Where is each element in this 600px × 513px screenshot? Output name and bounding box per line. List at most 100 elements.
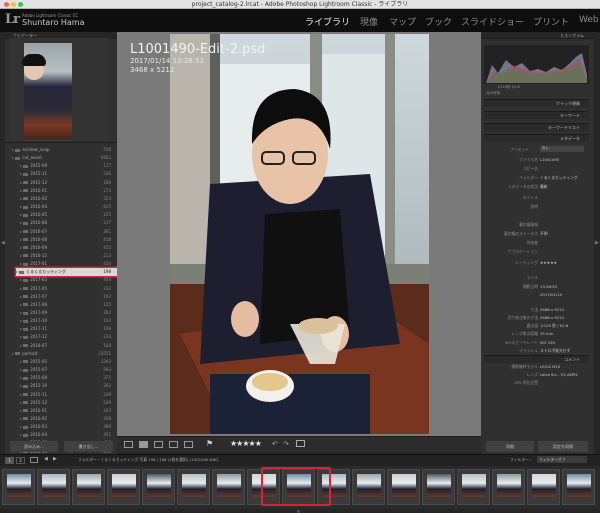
folder-row[interactable]: ▸ 2015-11 336	[20, 170, 117, 178]
filmstrip-thumbnail[interactable]	[352, 469, 385, 505]
metadata-value[interactable]: LEICA M10	[540, 364, 560, 369]
folder-row[interactable]: ▸ 2016-02 353	[20, 195, 117, 203]
folder-row[interactable]: ▸ 2016-07 361	[20, 228, 117, 236]
filmstrip-collapse-arrow[interactable]: ▼	[297, 509, 300, 513]
metadata-row[interactable]: コピー名	[485, 166, 589, 172]
folder-row[interactable]: ▸ 2016-09 415	[20, 244, 117, 252]
folder-row[interactable]: ▸ 2017-07 192	[20, 293, 117, 301]
main-photo[interactable]	[170, 34, 429, 434]
folder-row[interactable]: ▸ 2016-12 213	[20, 252, 117, 260]
metadata-row[interactable]: フラッシュ ストロボ発光せず	[485, 348, 589, 354]
folder-row[interactable]: ▸ 2015-10 262	[20, 382, 117, 390]
metadata-value[interactable]: 3468 x 5212	[540, 307, 564, 312]
filmstrip-thumbnail[interactable]	[72, 469, 105, 505]
metadata-row[interactable]: ファイル名 L1001490	[485, 157, 589, 163]
metadata-row[interactable]: 切り抜き後の寸法 3468 x 5212	[485, 315, 589, 321]
folder-row[interactable]: ▸ 2016-06 217	[20, 219, 117, 227]
flag-icon[interactable]: ⚑	[206, 439, 213, 448]
metadata-row[interactable]: 露出量 1/125 秒 / f/2.8	[485, 323, 589, 329]
metadata-row[interactable]: レーティング ★★★★★	[485, 260, 589, 266]
filmstrip-thumbnail[interactable]	[562, 469, 595, 505]
filmstrip-source-info[interactable]: フォルダー : くるくるカッティング 写真 198 / 198 (1枚を選択) …	[78, 457, 218, 463]
folder-row[interactable]: ▸ 2017-10 193	[20, 317, 117, 325]
metadata-header[interactable]: メタデータ	[484, 134, 589, 142]
sync-settings-button[interactable]: 設定を同期	[538, 441, 588, 452]
filmstrip-thumbnail[interactable]	[527, 469, 560, 505]
metadata-value[interactable]: 最新	[540, 184, 548, 190]
filmstrip-thumbnail[interactable]	[422, 469, 455, 505]
folder-row[interactable]: ▸ 2015-07 593	[20, 366, 117, 374]
histogram[interactable]	[484, 45, 589, 84]
metadata-row[interactable]: GPS 測位位置	[485, 380, 589, 386]
compare-view-icon[interactable]	[154, 441, 163, 448]
metadata-value[interactable]: ストロボ発光せず	[540, 348, 570, 354]
metadata-value[interactable]: 35 mm	[540, 331, 553, 336]
metadata-row[interactable]: サブロケーション	[485, 249, 589, 255]
folder-row[interactable]: ▸ 2016-04 615	[20, 203, 117, 211]
folder-row[interactable]: ▸ 2016-02 338	[20, 415, 117, 423]
folder-row[interactable]: ▸ 2016-05 225	[20, 211, 117, 219]
page-2-button[interactable]: 2	[16, 457, 25, 464]
folder-row[interactable]: ▸ portrait 23551	[12, 350, 117, 358]
filmstrip-thumbnail[interactable]	[37, 469, 70, 505]
metadata-row[interactable]: ラベル	[485, 275, 589, 281]
metadata-row[interactable]: メタデータの状況 最新	[485, 184, 589, 190]
metadata-row[interactable]: ISOスピードレート ISO 320	[485, 340, 589, 346]
keywording-header[interactable]: キーワード	[484, 111, 589, 119]
folder-row[interactable]: ▸ 2016-03 488	[20, 423, 117, 431]
filmstrip-thumbnail[interactable]	[177, 469, 210, 505]
rating-stars[interactable]: ★★★★★	[230, 439, 262, 448]
metadata-value[interactable]: L1001490	[540, 157, 559, 162]
survey-view-icon[interactable]	[169, 441, 178, 448]
keyword-list-header[interactable]: キーワードリスト	[484, 123, 589, 131]
rotate-left-icon[interactable]: ↶	[272, 440, 278, 448]
import-button[interactable]: 読み込み...	[10, 441, 58, 452]
metadata-row[interactable]: 寸法 3468 x 5212	[485, 307, 589, 313]
folder-row[interactable]: ▸ 2016-04 451	[20, 431, 117, 439]
folder-row[interactable]: ▸ 2017-03 434	[20, 276, 117, 284]
metadata-value[interactable]: 13:28:53	[540, 284, 557, 289]
metadata-row[interactable]: 著作権のステータス 不明	[485, 231, 589, 237]
forward-arrow-icon[interactable]: ▶	[53, 456, 57, 462]
folder-row[interactable]: ▸ 2015-05 1343	[20, 358, 117, 366]
metadata-row[interactable]: レンズ焦点距離 35 mm	[485, 331, 589, 337]
module-slideshow[interactable]: スライドショー	[461, 15, 524, 28]
folder-row[interactable]: ▸ 2015-12 186	[20, 179, 117, 187]
export-button[interactable]: 書き出し...	[64, 441, 113, 452]
folder-row[interactable]: ▸ 2017-11 198	[20, 325, 117, 333]
folder-row-selected[interactable]: ▸ くるくるカッティング 198	[16, 268, 117, 277]
filmstrip-thumbnail[interactable]	[107, 469, 140, 505]
folder-row[interactable]: ▸ 2016-01 443	[20, 407, 117, 415]
metadata-value[interactable]: 1/125 秒 / f/2.8	[540, 323, 568, 329]
filmstrip-thumbnail[interactable]	[492, 469, 525, 505]
folder-row[interactable]: ▸ 2015-12 549	[20, 399, 117, 407]
metadata-row[interactable]: フォルダー くるくるカッティング	[485, 175, 589, 181]
metadata-value[interactable]: ISO 320	[540, 340, 555, 345]
folder-row[interactable]: ▸ 2015-08 375	[20, 374, 117, 382]
metadata-row[interactable]: 撮影機材モデル LEICA M10	[485, 364, 589, 370]
metadata-value[interactable]: Leica Su... f/2 ASPH.	[540, 372, 578, 377]
original-photo-toggle[interactable]: 元の写真	[486, 91, 500, 96]
metadata-row[interactable]: 説明	[485, 204, 589, 210]
module-library[interactable]: ライブラリ	[305, 15, 350, 28]
grid-view-icon[interactable]	[124, 441, 133, 448]
filmstrip-thumbnail[interactable]	[212, 469, 245, 505]
folder-row[interactable]: ▸ 2015-11 249	[20, 391, 117, 399]
comments-header[interactable]: コメント	[484, 355, 589, 363]
metadata-row[interactable]: 撮影日時 13:28:53	[485, 284, 589, 290]
zoom-icon[interactable]	[296, 440, 305, 447]
metadata-row[interactable]: 2017/01/14	[485, 292, 589, 298]
module-print[interactable]: プリント	[533, 15, 569, 28]
module-develop[interactable]: 現像	[360, 15, 378, 28]
rotate-right-icon[interactable]: ↷	[283, 440, 289, 448]
folder-row[interactable]: ▸ cut_event 6952	[12, 154, 117, 162]
folder-row[interactable]: ▸ 2017-01 410	[20, 260, 117, 268]
filmstrip-thumbnail[interactable]	[387, 469, 420, 505]
metadata-row[interactable]: タイトル	[485, 195, 589, 201]
module-web[interactable]: Web	[579, 15, 599, 25]
page-1-button[interactable]: 1	[5, 457, 14, 464]
metadata-value[interactable]: くるくるカッティング	[540, 175, 578, 181]
folder-row[interactable]: ▸ 2017-08 125	[20, 301, 117, 309]
filter-select[interactable]: フィルターオフ	[537, 456, 587, 463]
metadata-value[interactable]: 3468 x 5212	[540, 315, 564, 320]
